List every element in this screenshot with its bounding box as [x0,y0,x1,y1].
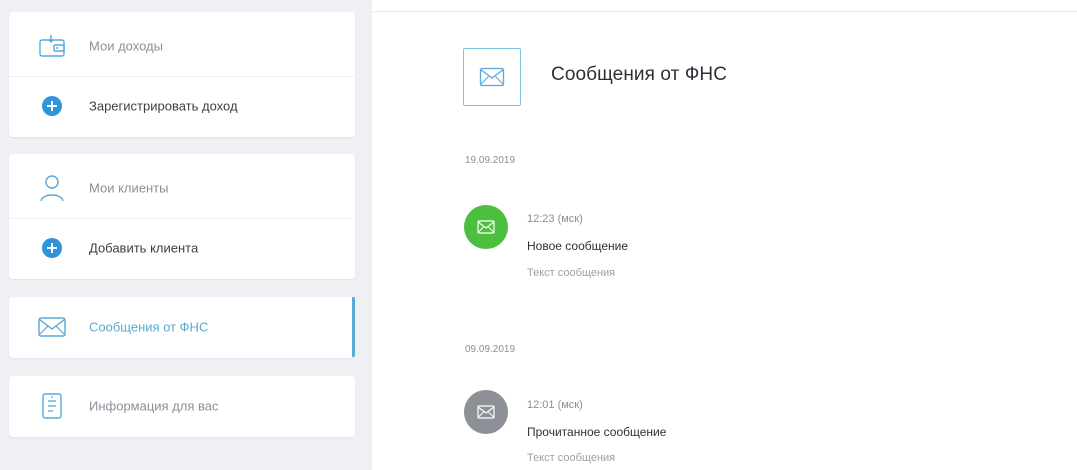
envelope-icon [477,405,495,419]
message-time: 12:23 (мск) [527,213,583,225]
plus-circle-icon [36,91,68,121]
info-card: Информация для вас [9,376,355,437]
wallet-icon [36,31,68,61]
envelope-icon [36,312,68,342]
register-income-button[interactable]: Зарегистрировать доход [9,76,355,136]
sidebar-item-my-income[interactable]: Мои доходы [9,16,355,76]
message-title[interactable]: Прочитанное сообщение [527,425,666,439]
add-client-label: Добавить клиента [89,240,199,256]
sidebar-item-fns-messages[interactable]: Сообщения от ФНС [9,297,355,357]
app-page: Мои доходы Зарегистрировать доход Мои кл… [0,0,1077,470]
sidebar-item-info[interactable]: Информация для вас [9,376,355,436]
income-card: Мои доходы Зарегистрировать доход [9,12,355,137]
sidebar: Мои доходы Зарегистрировать доход Мои кл… [0,0,372,470]
sidebar-item-label: Информация для вас [89,398,219,414]
read-message-avatar [464,390,508,434]
envelope-icon [477,220,495,234]
messages-card: Сообщения от ФНС [9,297,355,358]
add-client-button[interactable]: Добавить клиента [9,218,355,278]
message-date: 09.09.2019 [465,344,516,355]
message-time: 12:01 (мск) [527,399,583,411]
page-title: Сообщения от ФНС [551,64,728,85]
register-income-label: Зарегистрировать доход [89,98,238,114]
message-text: Текст сообщения [527,452,616,464]
message-text: Текст сообщения [527,267,616,279]
envelope-icon [463,48,521,106]
header-divider [372,11,1077,12]
message-date: 19.09.2019 [465,155,516,166]
new-message-avatar [464,205,508,249]
plus-circle-icon [36,233,68,263]
sidebar-item-label: Мои клиенты [89,180,169,196]
document-icon [36,391,68,421]
active-indicator [352,297,355,357]
sidebar-item-label: Мои доходы [89,38,163,54]
user-icon [36,173,68,203]
message-title[interactable]: Новое сообщение [527,239,628,253]
clients-card: Мои клиенты Добавить клиента [9,154,355,279]
sidebar-item-label: Сообщения от ФНС [89,319,209,335]
sidebar-item-my-clients[interactable]: Мои клиенты [9,158,355,218]
